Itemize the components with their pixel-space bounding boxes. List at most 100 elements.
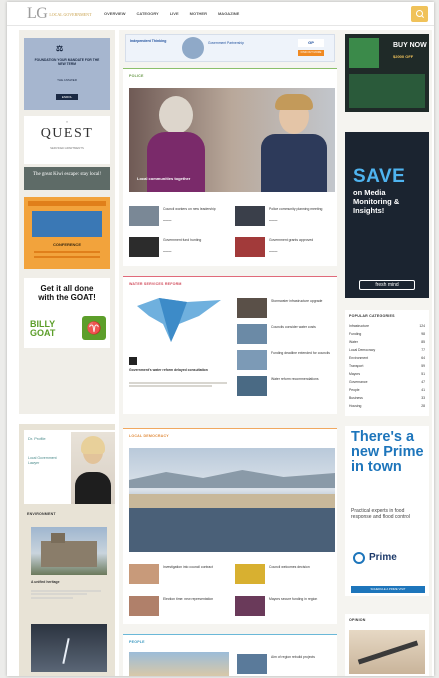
- story-thumb[interactable]: [237, 654, 267, 674]
- story-image-heritage[interactable]: [31, 527, 107, 575]
- banner-cta-button[interactable]: FIND OUT MORE: [298, 50, 324, 56]
- category-item[interactable]: People 41: [349, 388, 425, 396]
- save-headline: SAVE: [353, 166, 406, 187]
- category-item[interactable]: Business 33: [349, 396, 425, 404]
- story-image-storm[interactable]: [31, 624, 107, 672]
- story-title[interactable]: Government grants approved: [269, 238, 325, 242]
- story-title[interactable]: Government fund hunting: [163, 238, 219, 242]
- story-meta: ▬▬▬: [269, 249, 278, 253]
- quest-star-icon: ✦: [65, 120, 69, 124]
- ad-badge[interactable]: ENROL: [56, 94, 78, 100]
- story-title[interactable]: Council workers on new leadership: [163, 207, 219, 211]
- ad-quest-banner[interactable]: The great Kiwi escape: stay local!: [24, 167, 110, 190]
- story-title[interactable]: Councils consider water costs: [271, 325, 333, 329]
- prime-cta-button[interactable]: SCHEDULE A PRIME VISIT: [351, 586, 425, 593]
- story-thumb[interactable]: [235, 564, 265, 584]
- banner-logo: GP: [298, 39, 324, 47]
- ad-headline: BUY NOW: [393, 42, 427, 49]
- story-thumb[interactable]: [237, 324, 267, 344]
- section-label-environment: ENVIRONMENT: [27, 512, 56, 516]
- category-item[interactable]: Infrastructure 124: [349, 324, 425, 332]
- ad-subtitle: THE ANSWER: [57, 78, 77, 82]
- lead-story-title[interactable]: Local communities together: [137, 176, 190, 181]
- ad-billy-goat[interactable]: Get it all done with the GOAT! BILLY GOAT…: [24, 278, 110, 348]
- ad-quest[interactable]: ✦ QUEST SERVICED APARTMENTS: [24, 116, 110, 164]
- category-item[interactable]: Local Democracy 77: [349, 348, 425, 356]
- section-label-water: WATER SERVICES REFORM: [129, 282, 182, 286]
- story-title[interactable]: Election time: new representation: [163, 597, 219, 601]
- story-thumb[interactable]: [129, 596, 159, 616]
- story-title[interactable]: Mayors secure funding in region: [269, 597, 325, 601]
- story-title[interactable]: A unified heritage: [31, 580, 60, 584]
- category-item[interactable]: Mayors 51: [349, 372, 425, 380]
- category-item[interactable]: Environment 64: [349, 356, 425, 364]
- page-frame: LG LOCAL GOVERNMENT OVERVIEW CATEGORY LIV…: [7, 2, 434, 676]
- prime-brand: Prime: [369, 552, 397, 563]
- ad-save-media-monitoring[interactable]: SAVE on Media Monitoring & Insights! fre…: [345, 132, 429, 298]
- story-thumb[interactable]: [237, 298, 267, 318]
- category-item[interactable]: Water 85: [349, 340, 425, 348]
- story-thumb[interactable]: [235, 206, 265, 226]
- nav-item[interactable]: CATEGORY: [137, 11, 159, 16]
- prime-logo-icon: [353, 552, 365, 564]
- story-thumb[interactable]: [237, 376, 267, 396]
- main-nav: OVERVIEW CATEGORY LIVE MOTHER MAGAZINE: [104, 11, 239, 16]
- banner-right-text: Government Partnership: [208, 41, 244, 45]
- story-title[interactable]: Investigation into council contract: [163, 565, 219, 569]
- goat-brand: BILLY GOAT: [30, 319, 56, 338]
- search-button[interactable]: [411, 6, 428, 22]
- nav-item[interactable]: LIVE: [170, 11, 179, 16]
- category-item[interactable]: Housing 28: [349, 404, 425, 412]
- story-thumb[interactable]: [235, 237, 265, 257]
- categories-list: Infrastructure 124 Funding 98 Water 85 Loca…: [349, 324, 425, 412]
- nav-item[interactable]: OVERVIEW: [104, 11, 126, 16]
- save-brand-logo: fresh mind: [359, 280, 415, 290]
- prime-body: Practical experts in food response and f…: [351, 508, 410, 520]
- section-label-police: POLICE: [129, 74, 144, 78]
- site-logo[interactable]: LG LOCAL GOVERNMENT: [27, 5, 92, 23]
- water-graphic[interactable]: [129, 294, 229, 354]
- quest-tagline: SERVICED APARTMENTS: [50, 146, 84, 150]
- ad-foundation[interactable]: ⚖ FOUNDATION YOUR MANDATE FOR THE NEW TE…: [24, 38, 110, 110]
- ad-profile[interactable]: Dr. Profile Local Government Lawyer: [24, 430, 118, 504]
- section-label-opinion: OPINION: [349, 618, 366, 622]
- ad-conference-title: CONFERENCE: [52, 242, 81, 247]
- story-title[interactable]: Aim of region rebuild projects: [271, 655, 333, 659]
- nav-item[interactable]: MOTHER: [190, 11, 207, 16]
- iceberg-illustration: [137, 298, 221, 342]
- ad-buy-now[interactable]: BUY NOW $2000 OFF: [345, 34, 429, 112]
- banner-photo: [182, 37, 204, 59]
- play-icon[interactable]: [129, 357, 137, 365]
- story-title[interactable]: Council welcomes decision: [269, 565, 325, 569]
- ad-conference-graphic: [32, 211, 102, 237]
- story-thumb[interactable]: [237, 350, 267, 370]
- category-item[interactable]: Funding 98: [349, 332, 425, 340]
- story-thumb[interactable]: [129, 237, 159, 257]
- quest-logo: QUEST: [40, 126, 94, 141]
- nav-item[interactable]: MAGAZINE: [218, 11, 239, 16]
- story-thumb[interactable]: [235, 596, 265, 616]
- site-header: LG LOCAL GOVERNMENT OVERVIEW CATEGORY LIV…: [7, 2, 434, 26]
- story-thumb[interactable]: [129, 206, 159, 226]
- story-title[interactable]: Police community planning meeting: [269, 207, 325, 211]
- profile-brand: Dr. Profile: [28, 436, 46, 441]
- lead-story-title[interactable]: Government's water reform delayed consul…: [129, 368, 227, 372]
- ad-prime[interactable]: There's a new Prime in town Practical ex…: [345, 426, 429, 596]
- story-title[interactable]: Funding deadline extended for councils: [271, 351, 333, 355]
- story-thumb[interactable]: [129, 564, 159, 584]
- story-title[interactable]: Water reform recommendations: [271, 377, 333, 381]
- ad-top-banner[interactable]: Independent Thinking Government Partners…: [125, 34, 335, 62]
- seal-icon: ⚖: [56, 44, 64, 53]
- category-item[interactable]: Transport 59: [349, 364, 425, 372]
- story-meta: ▬▬▬: [269, 218, 278, 222]
- category-item[interactable]: Governance 47: [349, 380, 425, 388]
- story-meta: ▬▬▬: [163, 249, 172, 253]
- ad-title: FOUNDATION YOUR MANDATE FOR THE NEW TERM: [34, 58, 100, 66]
- story-title[interactable]: Stormwater infrastructure upgrade: [271, 299, 333, 303]
- lead-story-image[interactable]: Local communities together: [129, 88, 335, 192]
- ad-conference[interactable]: CONFERENCE: [24, 197, 110, 269]
- lead-story-image[interactable]: [129, 652, 229, 676]
- opinion-image[interactable]: [349, 630, 425, 674]
- section-label-people: PEOPLE: [129, 640, 145, 644]
- lead-story-image-harbour[interactable]: [129, 448, 335, 552]
